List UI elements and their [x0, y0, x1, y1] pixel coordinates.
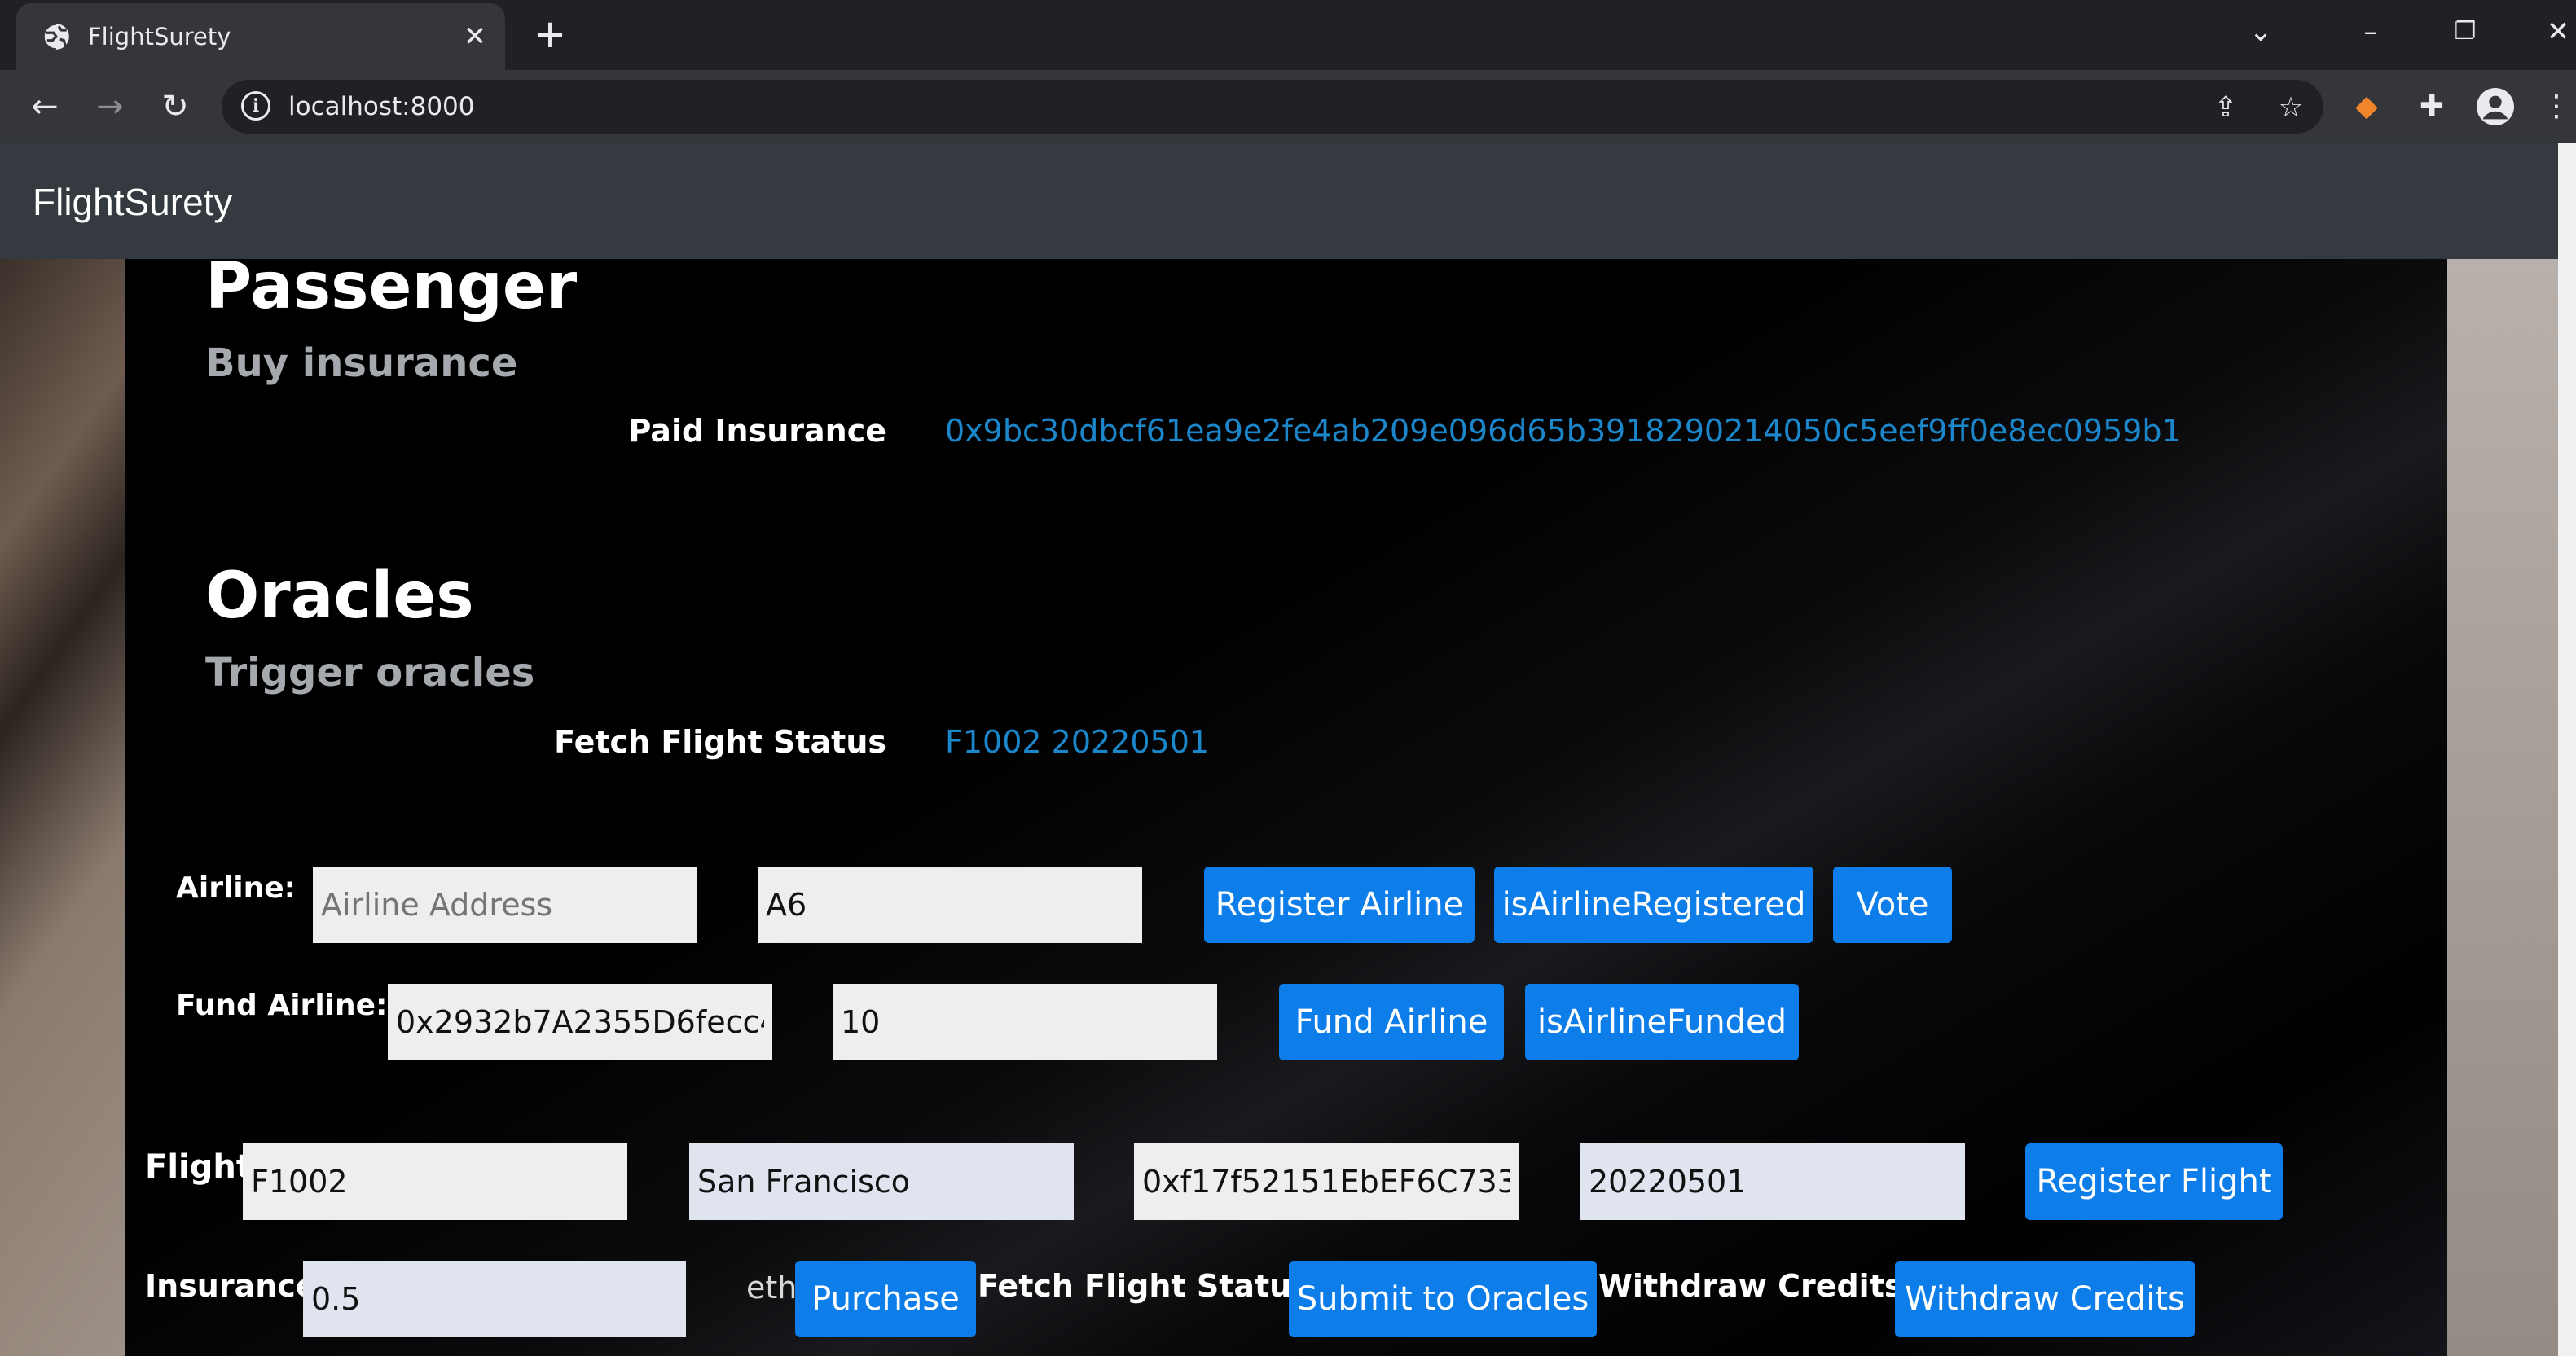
register-flight-button[interactable]: Register Flight — [2025, 1143, 2283, 1220]
reload-icon[interactable]: ↻ — [153, 85, 197, 129]
fund-airline-label: Fund Airline: — [176, 989, 388, 1022]
browser-menu-icon[interactable]: ⋮ — [2540, 86, 2573, 127]
profile-avatar-icon[interactable] — [2477, 88, 2514, 125]
paid-insurance-label: Paid Insurance — [628, 413, 886, 449]
fetch-flight-status-row-label: Fetch Flight Status: — [978, 1268, 1323, 1304]
is-airline-funded-button[interactable]: isAirlineFunded — [1525, 984, 1799, 1060]
oracles-subtitle: Trigger oracles — [205, 650, 535, 696]
purchase-button[interactable]: Purchase — [795, 1261, 976, 1337]
page-background-right — [2447, 259, 2558, 1356]
url-text[interactable]: localhost:8000 — [288, 90, 475, 124]
extensions-puzzle-icon[interactable]: ✚ — [2411, 86, 2452, 127]
new-tab-icon[interactable]: + — [530, 15, 570, 54]
vote-button[interactable]: Vote — [1833, 867, 1952, 943]
fund-airline-button[interactable]: Fund Airline — [1279, 984, 1504, 1060]
bookmark-star-icon[interactable]: ☆ — [2273, 90, 2309, 125]
passenger-title: Passenger — [205, 250, 578, 323]
fetch-flight-status-value: F1002 20220501 — [945, 724, 1210, 760]
eth-unit-label: eth — [746, 1270, 798, 1306]
oracles-title: Oracles — [205, 560, 474, 633]
flight-city-input[interactable] — [689, 1143, 1074, 1220]
airline-address-input[interactable] — [313, 867, 697, 943]
address-bar[interactable]: i localhost:8000 ⇪ ☆ — [222, 80, 2323, 134]
submit-to-oracles-button[interactable]: Submit to Oracles — [1289, 1261, 1597, 1337]
insurance-amount-input[interactable] — [303, 1261, 686, 1337]
site-info-icon[interactable]: i — [241, 91, 270, 121]
flight-airline-input[interactable] — [1134, 1143, 1519, 1220]
globe-icon — [42, 22, 69, 51]
scrollbar[interactable] — [2558, 143, 2576, 1356]
fetch-flight-status-label: Fetch Flight Status — [554, 724, 886, 760]
paid-insurance-value: 0x9bc30dbcf61ea9e2fe4ab209e096d65b391829… — [945, 413, 2182, 449]
app-navbar: FlightSurety — [0, 143, 2558, 259]
fund-amount-input[interactable] — [833, 984, 1217, 1060]
back-icon[interactable]: ← — [23, 85, 67, 129]
browser-tab[interactable]: FlightSurety ✕ — [16, 3, 505, 70]
tab-search-chevron-icon[interactable]: ⌄ — [2236, 11, 2285, 52]
navbar-brand[interactable]: FlightSurety — [33, 179, 232, 225]
browser-toolbar: ← → ↻ i localhost:8000 ⇪ ☆ ◆ ✚ ⋮ — [0, 70, 2576, 143]
is-airline-registered-button[interactable]: isAirlineRegistered — [1494, 867, 1813, 943]
metamask-fox-icon[interactable]: ◆ — [2346, 86, 2387, 127]
close-window-icon[interactable]: ✕ — [2534, 11, 2576, 52]
minimize-icon[interactable]: – — [2346, 11, 2395, 52]
flight-number-input[interactable] — [243, 1143, 627, 1220]
restore-icon[interactable]: ❐ — [2441, 11, 2490, 52]
share-icon[interactable]: ⇪ — [2208, 90, 2244, 125]
flight-date-input[interactable] — [1580, 1143, 1965, 1220]
forward-icon[interactable]: → — [88, 85, 132, 129]
close-tab-icon[interactable]: ✕ — [456, 18, 494, 55]
fund-airline-address-input[interactable] — [388, 984, 772, 1060]
withdraw-credits-button[interactable]: Withdraw Credits — [1895, 1261, 2195, 1337]
insurance-label: Insurance: — [145, 1268, 329, 1304]
airline-label: Airline: — [176, 871, 297, 905]
register-airline-button[interactable]: Register Airline — [1204, 867, 1475, 943]
passenger-subtitle: Buy insurance — [205, 340, 518, 386]
airline-name-input[interactable] — [758, 867, 1142, 943]
withdraw-credits-label: Withdraw Credits: — [1598, 1268, 1915, 1304]
tab-title: FlightSurety — [88, 23, 231, 50]
browser-tab-bar: FlightSurety ✕ + ⌄ – ❐ ✕ — [0, 0, 2576, 70]
